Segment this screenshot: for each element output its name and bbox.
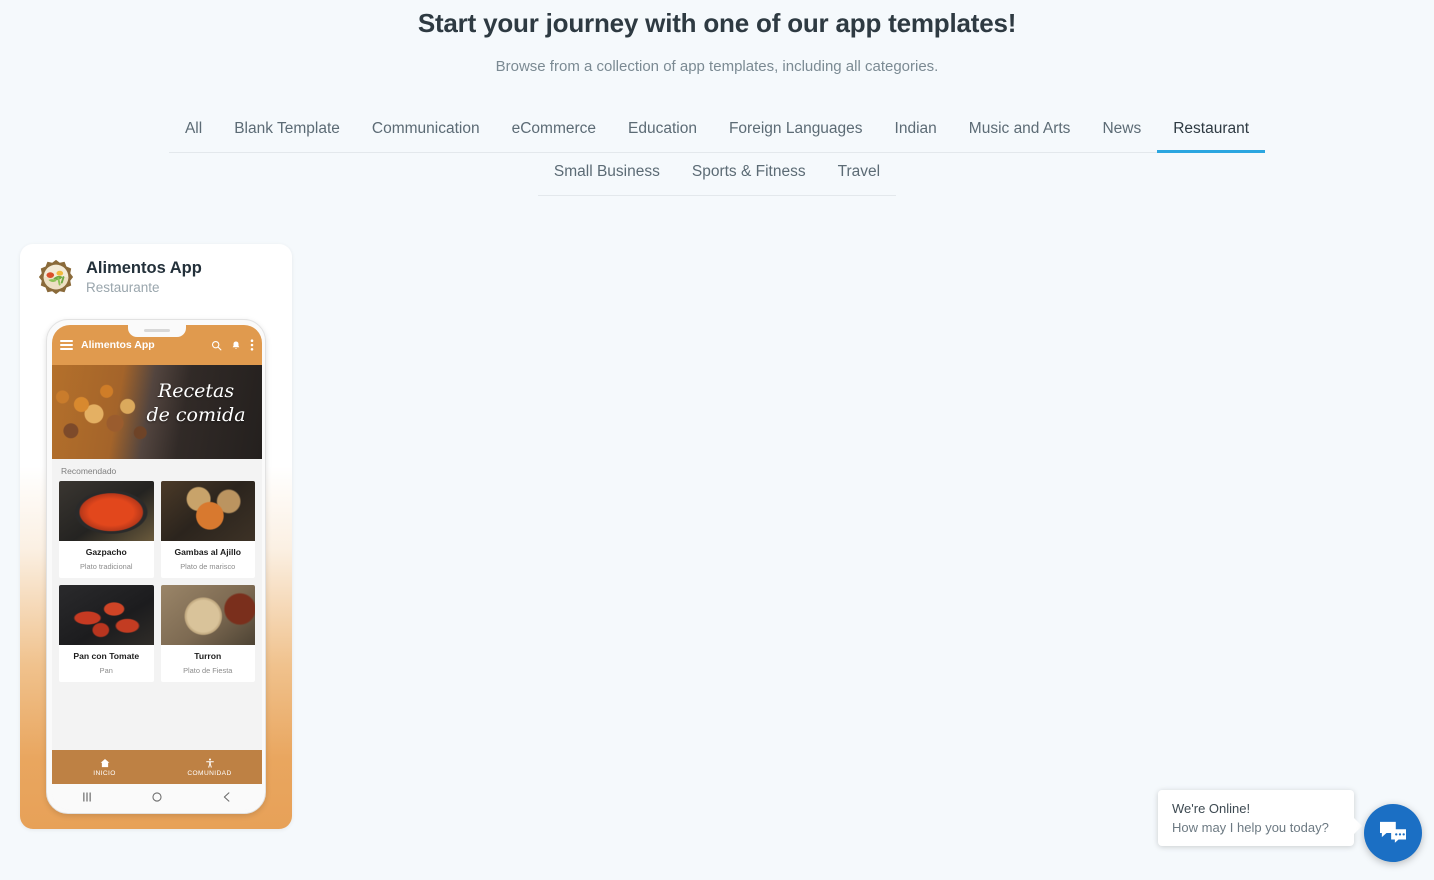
dish-image: [59, 585, 154, 645]
bottom-navigation: INICIO COMUNIDAD: [52, 750, 262, 784]
app-bar-title: Alimentos App: [81, 339, 155, 351]
tab-blank-template[interactable]: Blank Template: [218, 110, 356, 153]
dish-image: [160, 481, 255, 541]
dish-name: Gazpacho: [85, 547, 127, 557]
tab-communication[interactable]: Communication: [356, 110, 496, 153]
bottom-nav-label: INICIO: [93, 769, 116, 777]
system-navigation-bar: [52, 784, 262, 810]
tab-row-primary: All Blank Template Communication eCommerce E…: [0, 110, 1434, 153]
tab-foreign-languages[interactable]: Foreign Languages: [713, 110, 879, 153]
tab-small-business[interactable]: Small Business: [538, 153, 676, 196]
tab-row-secondary-inner: Small Business Sports & Fitness Travel: [537, 153, 897, 196]
search-icon[interactable]: [211, 340, 222, 351]
kebab-menu-icon[interactable]: [250, 339, 254, 351]
chat-greeting-line-2: How may I help you today?: [1172, 820, 1329, 835]
template-card-alimentos-app[interactable]: Alimentos App Restaurante Alimentos App: [20, 244, 292, 829]
hero-banner-text: Recetas de comida: [137, 379, 255, 428]
bottom-nav-item-comunidad[interactable]: COMUNIDAD: [157, 750, 262, 784]
hero-banner[interactable]: Recetas de comida: [52, 365, 262, 459]
templates-grid: Alimentos App Restaurante Alimentos App: [0, 244, 1434, 829]
category-tabs: All Blank Template Communication eCommerce E…: [0, 110, 1434, 196]
dish-card[interactable]: Pan con Tomate Pan: [59, 585, 154, 682]
accessibility-icon: [205, 757, 214, 768]
tab-restaurant[interactable]: Restaurant: [1157, 110, 1266, 153]
tab-indian[interactable]: Indian: [879, 110, 953, 153]
hero-line-2: de comida: [146, 404, 246, 427]
tab-ecommerce[interactable]: eCommerce: [496, 110, 612, 153]
phone-screen: Alimentos App Recetas de comida Recomend…: [52, 325, 262, 810]
tab-all[interactable]: All: [169, 110, 218, 153]
dish-card[interactable]: Gazpacho Plato tradicional: [59, 481, 154, 578]
chat-bubbles-icon: [1380, 821, 1406, 843]
phone-mockup: Alimentos App Recetas de comida Recomend…: [46, 319, 266, 814]
hero-line-1: Recetas: [157, 380, 235, 402]
dish-image: [160, 585, 255, 645]
dish-name: Turron: [194, 651, 222, 661]
dish-name: Pan con Tomate: [73, 651, 140, 661]
bottom-nav-item-inicio[interactable]: INICIO: [52, 750, 157, 784]
tab-news[interactable]: News: [1086, 110, 1157, 153]
tab-row-primary-inner: All Blank Template Communication eCommerce E…: [168, 110, 1266, 153]
chat-greeting-bubble[interactable]: We're Online! How may I help you today?: [1158, 790, 1362, 846]
salad-bowl-icon: [38, 259, 74, 295]
page-title: Start your journey with one of our app t…: [417, 8, 1017, 38]
recent-apps-icon[interactable]: [81, 791, 93, 803]
tab-row-secondary: Small Business Sports & Fitness Travel: [0, 153, 1434, 196]
template-card-header: Alimentos App Restaurante: [20, 244, 292, 304]
page-header: Start your journey with one of our app t…: [0, 0, 1434, 75]
section-label-recomendado: Recomendado: [52, 459, 262, 481]
app-bar: Alimentos App: [52, 325, 262, 365]
chat-greeting-line-1: We're Online!: [1172, 801, 1251, 816]
tab-education[interactable]: Education: [612, 110, 713, 153]
bell-icon[interactable]: [231, 340, 241, 351]
back-icon[interactable]: [221, 791, 233, 803]
home-icon: [100, 758, 109, 767]
dish-image: [59, 481, 154, 541]
chat-launcher-button[interactable]: [1364, 804, 1422, 862]
template-app-name: Alimentos App: [86, 258, 202, 277]
template-app-category: Restaurante: [86, 280, 160, 296]
page-subtitle: Browse from a collection of app template…: [495, 58, 939, 75]
dish-name: Gambas al Ajillo: [174, 547, 242, 557]
dish-subtitle: Pan: [99, 666, 113, 675]
phone-notch: [128, 325, 186, 337]
tab-music-and-arts[interactable]: Music and Arts: [953, 110, 1087, 153]
dish-grid: Gazpacho Plato tradicional Gambas al Ajill…: [52, 481, 262, 750]
home-circle-icon[interactable]: [151, 791, 163, 803]
tab-sports-fitness[interactable]: Sports & Fitness: [676, 153, 822, 196]
hamburger-icon[interactable]: [60, 339, 73, 351]
dish-card[interactable]: Gambas al Ajillo Plato de marisco: [160, 481, 255, 578]
dish-subtitle: Plato tradicional: [79, 562, 133, 571]
dish-subtitle: Plato de Fiesta: [183, 666, 233, 675]
template-card-header-text: Alimentos App Restaurante: [86, 259, 202, 296]
dish-card[interactable]: Turron Plato de Fiesta: [160, 585, 255, 682]
dish-subtitle: Plato de marisco: [180, 562, 236, 571]
bottom-nav-label: COMUNIDAD: [187, 769, 232, 777]
tab-travel[interactable]: Travel: [822, 153, 897, 196]
